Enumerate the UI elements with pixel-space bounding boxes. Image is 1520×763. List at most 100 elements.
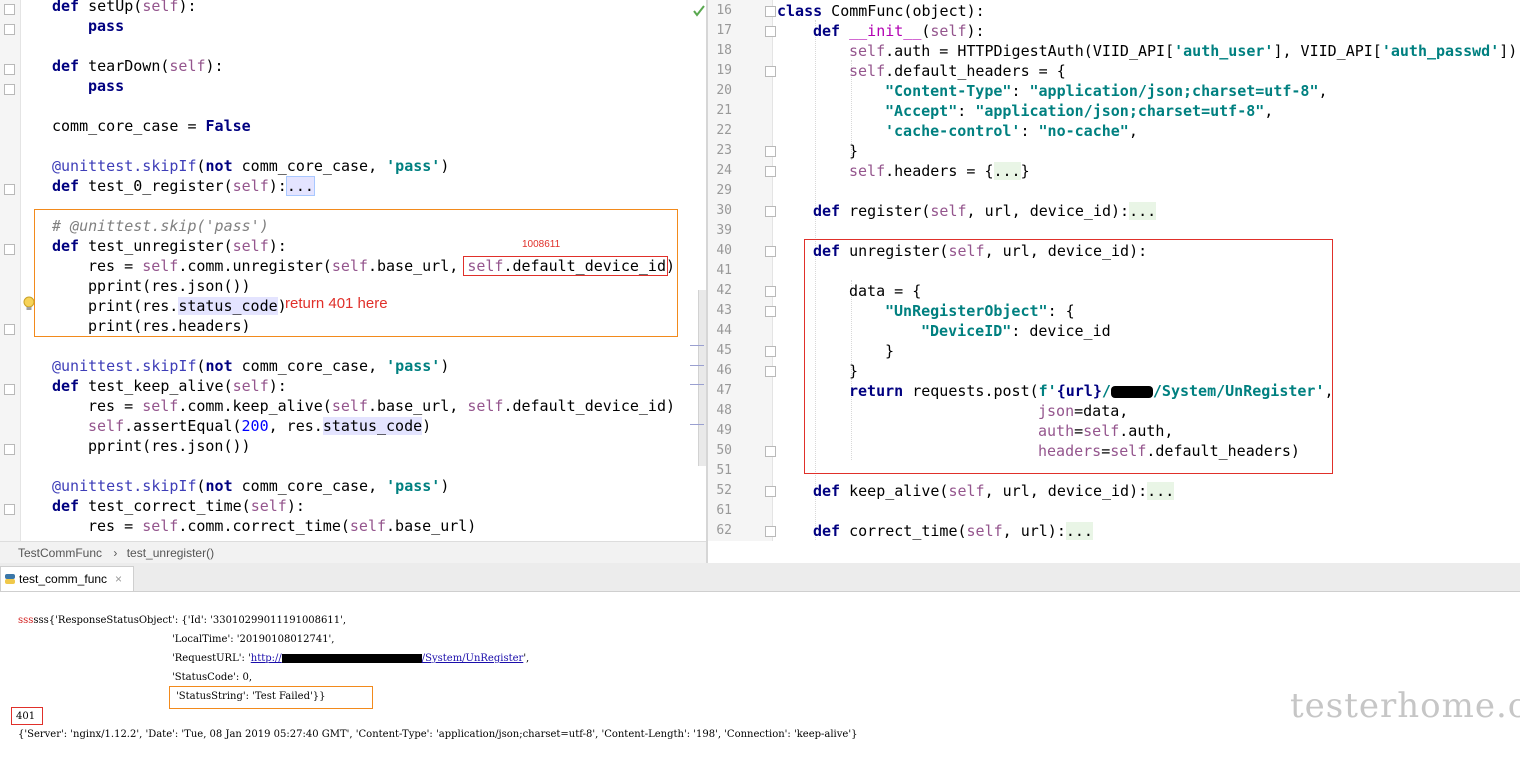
line-number: 45 xyxy=(716,343,732,358)
code-line-res-correct-time: res = self.comm.correct_time(self.base_u… xyxy=(88,517,477,535)
status-string-highlight-box xyxy=(169,686,373,709)
fold-icon[interactable] xyxy=(765,146,776,157)
return-401-annotation: return 401 here xyxy=(285,295,388,312)
scroll-marker xyxy=(690,424,704,425)
fold-icon[interactable] xyxy=(765,206,776,217)
scrollbar-thumb[interactable] xyxy=(698,290,706,466)
fold-icon[interactable] xyxy=(765,246,776,257)
fold-icon[interactable] xyxy=(4,444,15,455)
code-line-setup: def setUp(self): xyxy=(52,0,197,15)
breadcrumb-separator: › xyxy=(113,546,118,560)
redaction-mark xyxy=(281,654,422,663)
python-icon xyxy=(5,574,15,584)
code-line-class-def: class CommFunc(object): xyxy=(777,2,985,20)
line-number: 39 xyxy=(716,223,732,238)
line-number: 51 xyxy=(716,463,732,478)
code-line-init-def: def __init__(self): xyxy=(813,22,985,40)
watermark: testerhome.com xyxy=(1290,686,1520,726)
breadcrumb-method[interactable]: test_unregister() xyxy=(127,546,214,560)
fold-icon[interactable] xyxy=(4,4,15,15)
code-line-accept: "Accept": "application/json;charset=utf-… xyxy=(885,102,1274,120)
link-text: http:// xyxy=(250,653,282,664)
fold-icon[interactable] xyxy=(4,324,15,335)
fold-icon[interactable] xyxy=(765,306,776,317)
left-editor[interactable]: def setUp(self): pass def tearDown(self)… xyxy=(0,0,706,541)
code-line-pprint: pprint(res.json()) xyxy=(88,437,251,455)
code-line-pass: pass xyxy=(88,17,125,35)
console-url-link[interactable]: http:// /System/UnRegister xyxy=(251,653,524,664)
breadcrumb-class[interactable]: TestCommFunc xyxy=(18,546,102,560)
console-text: sss{'ResponseStatusObject': {'Id': '3301… xyxy=(33,615,347,626)
fold-icon[interactable] xyxy=(765,166,776,177)
line-number: 44 xyxy=(716,323,732,338)
fold-icon[interactable] xyxy=(765,346,776,357)
line-number: 19 xyxy=(716,63,732,78)
line-number: 46 xyxy=(716,363,732,378)
fold-icon[interactable] xyxy=(4,84,15,95)
code-line-close-brace: } xyxy=(849,142,859,160)
code-line-content-type: "Content-Type": "application/json;charse… xyxy=(885,82,1328,100)
fold-icon[interactable] xyxy=(4,184,15,195)
line-number: 52 xyxy=(716,483,732,498)
line-number: 40 xyxy=(716,243,732,258)
lightbulb-icon[interactable] xyxy=(22,296,36,312)
code-line-skip-decorator: @unittest.skipIf(not comm_core_case, 'pa… xyxy=(52,477,450,495)
fold-icon[interactable] xyxy=(765,486,776,497)
fold-icon[interactable] xyxy=(4,244,15,255)
code-line-correct-time: def correct_time(self, url):... xyxy=(813,522,1093,540)
fold-icon[interactable] xyxy=(4,64,15,75)
console-line: ssssss{'ResponseStatusObject': {'Id': '3… xyxy=(18,615,347,626)
fold-icon[interactable] xyxy=(765,26,776,37)
status-401-highlight-box xyxy=(11,707,43,725)
fold-icon[interactable] xyxy=(765,526,776,537)
console-line: {'Server': 'nginx/1.12.2', 'Date': 'Tue,… xyxy=(18,729,858,740)
fold-icon[interactable] xyxy=(765,446,776,457)
code-line-assert-equal: self.assertEqual(200, res.status_code) xyxy=(88,417,432,435)
run-console[interactable]: ssssss{'ResponseStatusObject': {'Id': '3… xyxy=(0,592,1520,763)
fold-icon[interactable] xyxy=(765,6,776,17)
line-number: 20 xyxy=(716,83,732,98)
console-line: 'LocalTime': '20190108012741', xyxy=(172,634,335,645)
line-number: 17 xyxy=(716,23,732,38)
fold-icon[interactable] xyxy=(765,286,776,297)
unregister-highlight-box xyxy=(804,239,1333,474)
fold-icon[interactable] xyxy=(4,504,15,515)
line-number: 18 xyxy=(716,43,732,58)
code-line-cache-control: 'cache-control': "no-cache", xyxy=(885,122,1138,140)
run-tab-label: test_comm_func xyxy=(19,572,108,586)
line-number: 30 xyxy=(716,203,732,218)
right-editor[interactable]: 16 17 18 19 20 21 22 23 24 29 30 39 40 4… xyxy=(708,0,1520,541)
scroll-marker xyxy=(690,345,704,346)
code-line-comm-core: comm_core_case = False xyxy=(52,117,251,135)
line-number: 61 xyxy=(716,503,732,518)
device-id-highlight-box xyxy=(463,256,668,276)
code-line-skip-decorator: @unittest.skipIf(not comm_core_case, 'pa… xyxy=(52,157,450,175)
close-icon[interactable]: × xyxy=(115,567,122,591)
code-line-auth: self.auth = HTTPDigestAuth(VIID_API['aut… xyxy=(849,42,1518,60)
console-text: 'RequestURL': ' xyxy=(172,653,251,664)
line-number: 16 xyxy=(716,3,732,18)
fold-icon[interactable] xyxy=(765,66,776,77)
fold-icon[interactable] xyxy=(4,384,15,395)
scroll-marker xyxy=(690,365,704,366)
code-line-correct-time-def: def test_correct_time(self): xyxy=(52,497,305,515)
device-id-annotation: 1008611 xyxy=(522,239,561,250)
line-number: 50 xyxy=(716,443,732,458)
line-number: 47 xyxy=(716,383,732,398)
code-line-skip-decorator: @unittest.skipIf(not comm_core_case, 'pa… xyxy=(52,357,450,375)
line-number: 21 xyxy=(716,103,732,118)
console-line: 'StatusCode': 0, xyxy=(172,672,252,683)
line-number: 29 xyxy=(716,183,732,198)
fold-icon[interactable] xyxy=(765,366,776,377)
fold-icon[interactable] xyxy=(4,24,15,35)
scroll-marker xyxy=(690,384,704,385)
code-line-res-keep-alive: res = self.comm.keep_alive(self.base_url… xyxy=(88,397,676,415)
console-line: 'RequestURL': 'http:// /System/UnRegister… xyxy=(172,652,529,666)
code-line-register: def register(self, url, device_id):... xyxy=(813,202,1157,220)
line-number: 43 xyxy=(716,303,732,318)
left-gutter xyxy=(0,0,21,541)
line-number: 62 xyxy=(716,523,732,538)
tab-test-comm-func[interactable]: test_comm_func × xyxy=(0,566,134,591)
line-number: 49 xyxy=(716,423,732,438)
code-line-headers: self.headers = {...} xyxy=(849,162,1030,180)
